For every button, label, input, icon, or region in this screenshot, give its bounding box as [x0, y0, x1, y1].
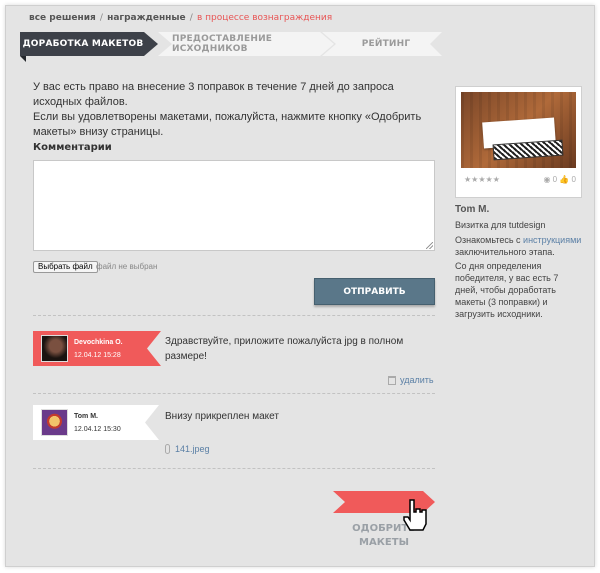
instructions-note: Ознакомьтесь с инструкциями заключительн… — [455, 235, 582, 257]
comment-text: Здравствуйте, приложите пожалуйста jpg в… — [165, 336, 404, 362]
breadcrumb-separator: / — [99, 13, 103, 23]
comments-title: Комментарии — [33, 142, 112, 153]
design-thumbnail-card[interactable]: ★★★★★ ◉ 0 👍 0 — [455, 86, 582, 198]
intro-line-2: Если вы удовлетворены макетами, пожалуйс… — [33, 111, 422, 138]
paperclip-icon — [165, 444, 170, 454]
designer-name[interactable]: Tom M. — [455, 204, 489, 215]
comment-author-badge: Tom M. 12.04.12 15:30 — [33, 405, 159, 440]
breadcrumb-awarded[interactable]: награжденные — [107, 13, 186, 23]
step-rating: РЕЙТИНГ — [322, 32, 442, 56]
intro-text: У вас есть право на внесение 3 поправок … — [33, 80, 438, 140]
likes-count: 0 — [571, 175, 576, 184]
design-thumbnail[interactable] — [461, 92, 576, 168]
file-status: файл не выбран — [96, 262, 158, 271]
divider — [33, 315, 435, 316]
breadcrumb-all-solutions[interactable]: все решения — [29, 13, 96, 23]
eye-icon: ◉ — [543, 175, 551, 184]
divider — [33, 393, 435, 394]
views-count: 0 — [552, 175, 558, 184]
step-source-files: ПРЕДОСТАВЛЕНИЕ ИСХОДНИКОВ — [158, 32, 334, 56]
intro-line-1: У вас есть право на внесение 3 поправок … — [33, 81, 394, 108]
thumb-up-icon: 👍 — [559, 175, 570, 184]
comment-text: Внизу прикреплен макет — [165, 411, 279, 422]
deadline-note: Со дня определения победителя, у вас ест… — [455, 261, 559, 319]
step-revise-layouts: ДОРАБОТКА МАКЕТОВ — [20, 32, 158, 56]
instructions-link[interactable]: инструкциями — [523, 235, 581, 245]
submit-button[interactable]: ОТПРАВИТЬ — [314, 278, 435, 305]
comment-author-badge: Devochkina O. 12.04.12 15:28 — [33, 331, 161, 366]
divider — [33, 468, 435, 469]
breadcrumb-in-progress: в процессе вознаграждения — [196, 13, 333, 23]
rating-stars-icon: ★★★★★ — [464, 175, 500, 184]
author-name[interactable]: Tom M. — [74, 410, 121, 423]
thumbnail-meta: ★★★★★ ◉ 0 👍 0 — [464, 175, 576, 184]
author-name[interactable]: Devochkina O. — [74, 336, 123, 349]
comment-date: 12.04.12 15:30 — [74, 425, 121, 433]
business-card-back — [492, 139, 564, 161]
step-ribbon-fold — [20, 56, 26, 62]
attachment-link[interactable]: 141.jpeg — [165, 444, 210, 454]
trash-icon — [388, 375, 396, 385]
delete-link[interactable]: удалить — [388, 375, 434, 385]
comment-date: 12.04.12 15:28 — [74, 351, 121, 359]
hand-cursor-icon — [403, 499, 427, 531]
breadcrumb: все решения / награжденные / в процессе … — [29, 13, 332, 23]
comment-textarea[interactable] — [33, 160, 435, 251]
avatar[interactable] — [41, 335, 68, 362]
avatar[interactable] — [41, 409, 68, 436]
progress-steps: РЕЙТИНГ ПРЕДОСТАВЛЕНИЕ ИСХОДНИКОВ ДОРАБО… — [20, 32, 442, 62]
resize-grip-icon[interactable] — [426, 242, 433, 249]
design-subtitle: Визитка для tutdesign — [455, 220, 546, 230]
breadcrumb-separator: / — [189, 13, 193, 23]
choose-file-button[interactable]: Выбрать файл — [33, 261, 98, 273]
